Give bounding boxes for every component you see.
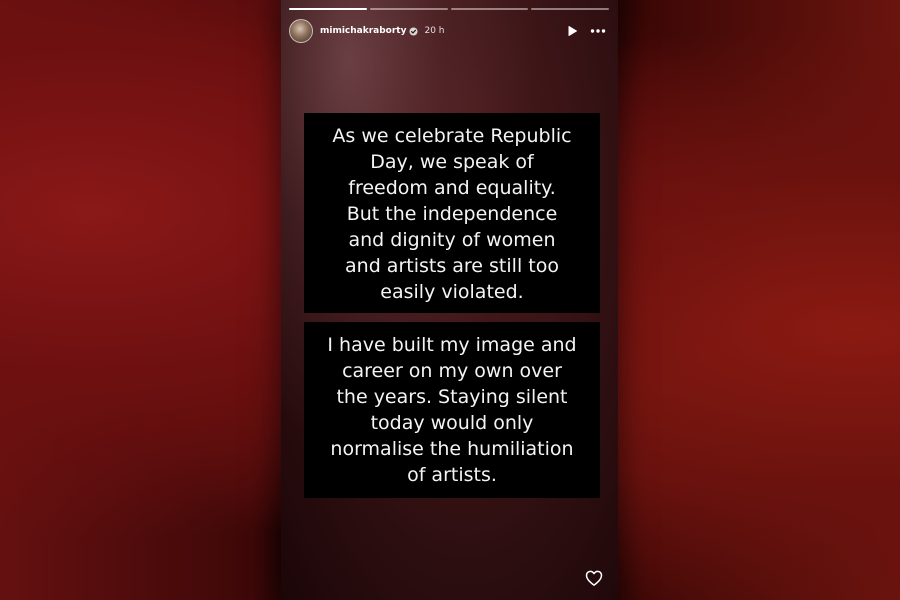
play-button[interactable] [562, 21, 582, 41]
like-button[interactable] [584, 568, 604, 588]
more-options-button[interactable] [588, 21, 608, 41]
avatar[interactable] [289, 19, 313, 43]
username-link[interactable]: mimichakraborty [320, 26, 406, 36]
story-text-block: As we celebrate Republic Day, we speak o… [304, 113, 600, 313]
progress-segment [369, 8, 448, 10]
heart-outline-icon [585, 570, 603, 586]
story-header: mimichakraborty 20 h [289, 18, 608, 44]
story-viewer: mimichakraborty 20 h As we celebrate Rep… [281, 0, 618, 600]
more-options-icon [590, 29, 606, 33]
play-icon [568, 26, 577, 36]
story-progress-bar [289, 8, 609, 10]
post-time: 20 h [424, 26, 445, 36]
progress-segment [450, 8, 529, 10]
story-text-block: I have built my image and career on my o… [304, 322, 600, 498]
verified-badge-icon [409, 26, 419, 36]
progress-segment [531, 8, 609, 10]
progress-segment [289, 8, 367, 10]
progress-fill [289, 8, 367, 10]
